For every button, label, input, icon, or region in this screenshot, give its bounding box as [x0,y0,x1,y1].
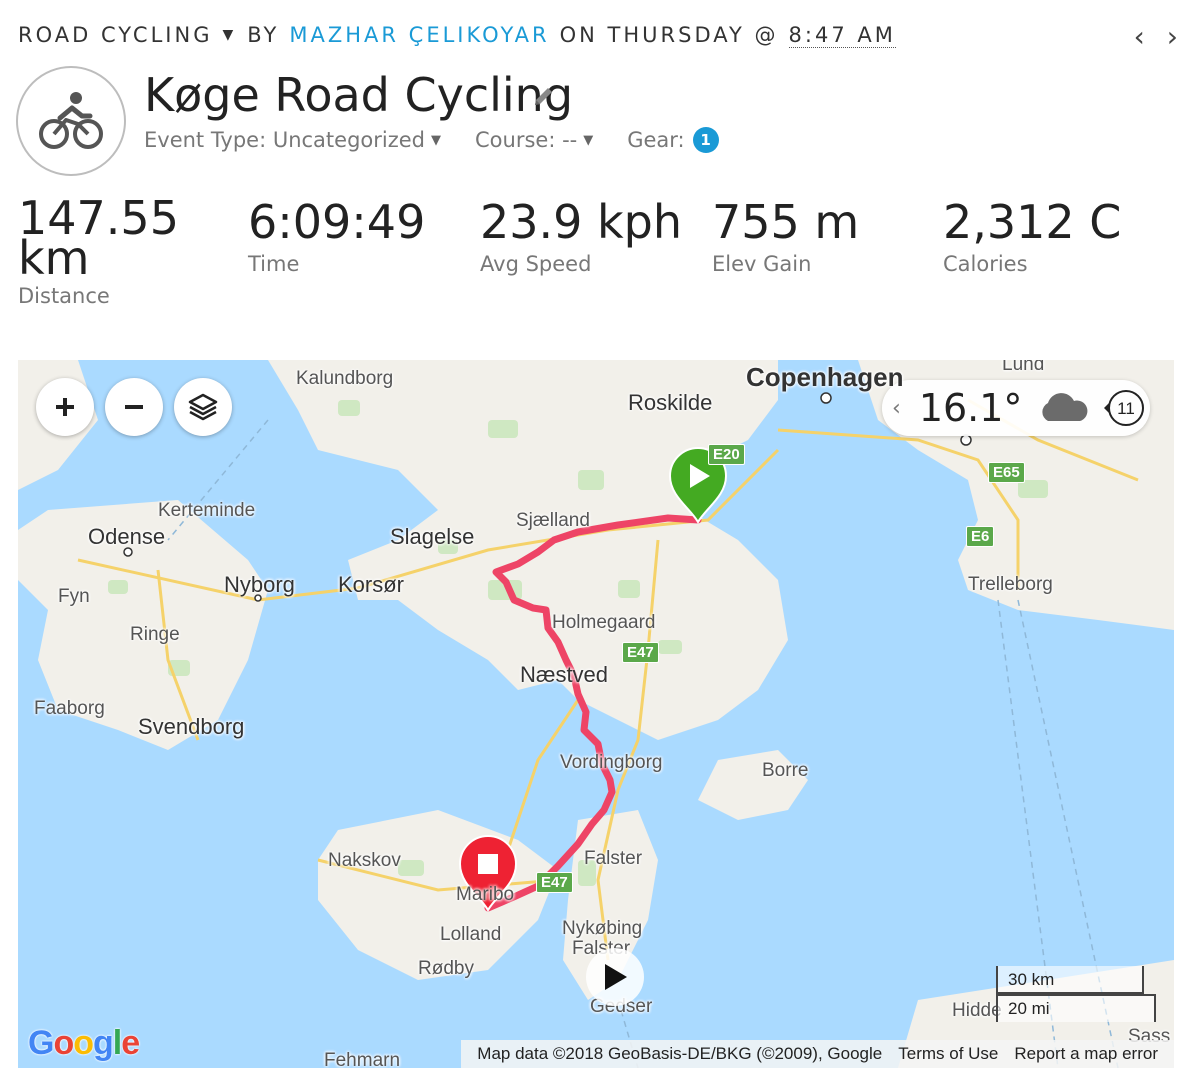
history-icon[interactable]: 11 [1102,387,1148,429]
map-label: Copenhagen [746,362,904,392]
map-label: Maribo [456,884,515,905]
scale-mi: 20 mi [996,994,1156,1022]
weather-widget[interactable]: ‹ 16.1° 11 [882,380,1150,436]
report-map-error-link[interactable]: Report a map error [1014,1044,1158,1064]
caret-down-icon: ▼ [431,132,441,148]
map-label: Rødby [418,958,474,979]
zoom-out-button[interactable] [105,378,163,436]
activity-time[interactable]: 8:47 AM [788,23,896,48]
chevron-left-icon[interactable]: ‹ [1134,22,1145,52]
map-label: Faaborg [34,698,105,719]
map-label: Trelleborg [968,574,1053,595]
stat-value: 23.9 kph [480,195,683,249]
map-label: Kerteminde [158,500,256,521]
course-label: Course: -- [475,128,578,152]
road-shield: E65 [988,462,1025,483]
road-shield: E47 [622,642,659,663]
weather-temperature: 16.1° [918,386,1023,430]
play-icon [605,964,627,990]
gear-label: Gear: [627,128,685,152]
map-label: Næstved [520,662,609,687]
stat-label: Elev Gain [712,252,812,276]
map-label: Fehmarn [324,1050,401,1068]
road-shield: E6 [966,526,995,547]
activity-nav: ‹ › [1134,22,1178,52]
map-label: Holmegaard [552,612,656,633]
route-map[interactable]: ‹ 16.1° 11 Kalundborg Roskilde Copenhage… [18,360,1174,1068]
event-type-label: Event Type: Uncategorized [144,128,425,152]
bicycle-icon [39,92,103,149]
stat-label: Calories [943,252,1028,276]
pencil-icon[interactable] [532,84,556,108]
road-shield: E47 [536,872,573,893]
map-label: Nykøbing [562,918,643,939]
stat-label: Distance [18,284,110,308]
author-link[interactable]: MAZHAR ÇELIKOYAR [289,23,549,47]
chevron-left-icon[interactable]: ‹ [892,396,901,421]
map-label: Svendborg [138,714,245,739]
map-label: Borre [762,760,809,781]
stat-time: 6:09:49 Time [248,198,425,276]
route-playback-button[interactable] [586,948,644,1006]
stat-distance: 147.55 km Distance [18,191,188,308]
layers-icon [188,393,218,421]
map-label: Lolland [440,924,502,945]
map-label: Odense [88,524,166,549]
stat-elev-gain: 755 m Elev Gain [712,198,859,276]
cloud-icon [1042,393,1088,421]
stat-calories: 2,312 C Calories [943,198,1121,276]
activity-type-dropdown[interactable]: ROAD CYCLING [18,23,212,47]
by-label: BY [247,23,280,47]
stat-value: 6:09:49 [248,195,426,249]
stat-label: Avg Speed [480,252,592,276]
scale-km: 30 km [996,966,1144,994]
event-type-dropdown[interactable]: Event Type: Uncategorized ▼ [144,128,441,152]
map-attribution: Map data ©2018 GeoBasis-DE/BKG (©2009), … [477,1044,883,1063]
road-shield: E20 [708,444,745,465]
stat-value: 2,312 C [943,195,1122,249]
map-label: Sjælland [516,510,590,531]
gear-count-badge[interactable]: 1 [692,127,719,153]
caret-down-icon[interactable]: ▼ [222,27,233,43]
activity-type-badge [16,66,126,176]
map-attribution-bar: Map data ©2018 GeoBasis-DE/BKG (©2009), … [461,1040,1174,1068]
map-layers-button[interactable] [174,378,232,436]
weather-history-count: 11 [1118,399,1136,418]
zoom-in-button[interactable] [36,378,94,436]
stat-value: 147.55 km [18,191,179,285]
map-label: Vordingborg [560,752,663,773]
map-label: Ringe [130,624,180,645]
activity-title: Køge Road Cycling [144,68,574,122]
map-scale: 30 km 20 mi [996,966,1158,1022]
map-label: Nakskov [328,850,401,871]
stat-value: 755 m [712,195,860,249]
google-logo[interactable]: Google [28,1024,140,1063]
day-label: ON THURSDAY @ [559,23,779,47]
activity-header-line: ROAD CYCLING ▼ BY MAZHAR ÇELIKOYAR ON TH… [18,20,896,50]
terms-of-use-link[interactable]: Terms of Use [898,1044,998,1064]
caret-down-icon: ▼ [583,132,594,148]
map-label: Nyborg [224,572,295,597]
map-label: Lund [1002,360,1045,375]
map-label: Roskilde [628,390,713,415]
map-label: Slagelse [390,524,475,549]
stat-avg-speed: 23.9 kph Avg Speed [480,198,682,276]
gear-selector[interactable]: Gear: 1 [627,127,719,153]
minus-icon [125,405,143,409]
map-label: Kalundborg [296,368,394,389]
course-dropdown[interactable]: Course: -- ▼ [475,128,593,152]
map-label: Hidde [952,1000,1002,1021]
map-label: Korsør [338,572,404,597]
map-label: Falster [584,848,643,869]
map-label: Fyn [58,586,90,607]
plus-icon [56,398,74,416]
activity-meta: Event Type: Uncategorized ▼ Course: -- ▼… [144,126,753,154]
chevron-right-icon[interactable]: › [1167,22,1178,52]
stat-label: Time [248,252,300,276]
